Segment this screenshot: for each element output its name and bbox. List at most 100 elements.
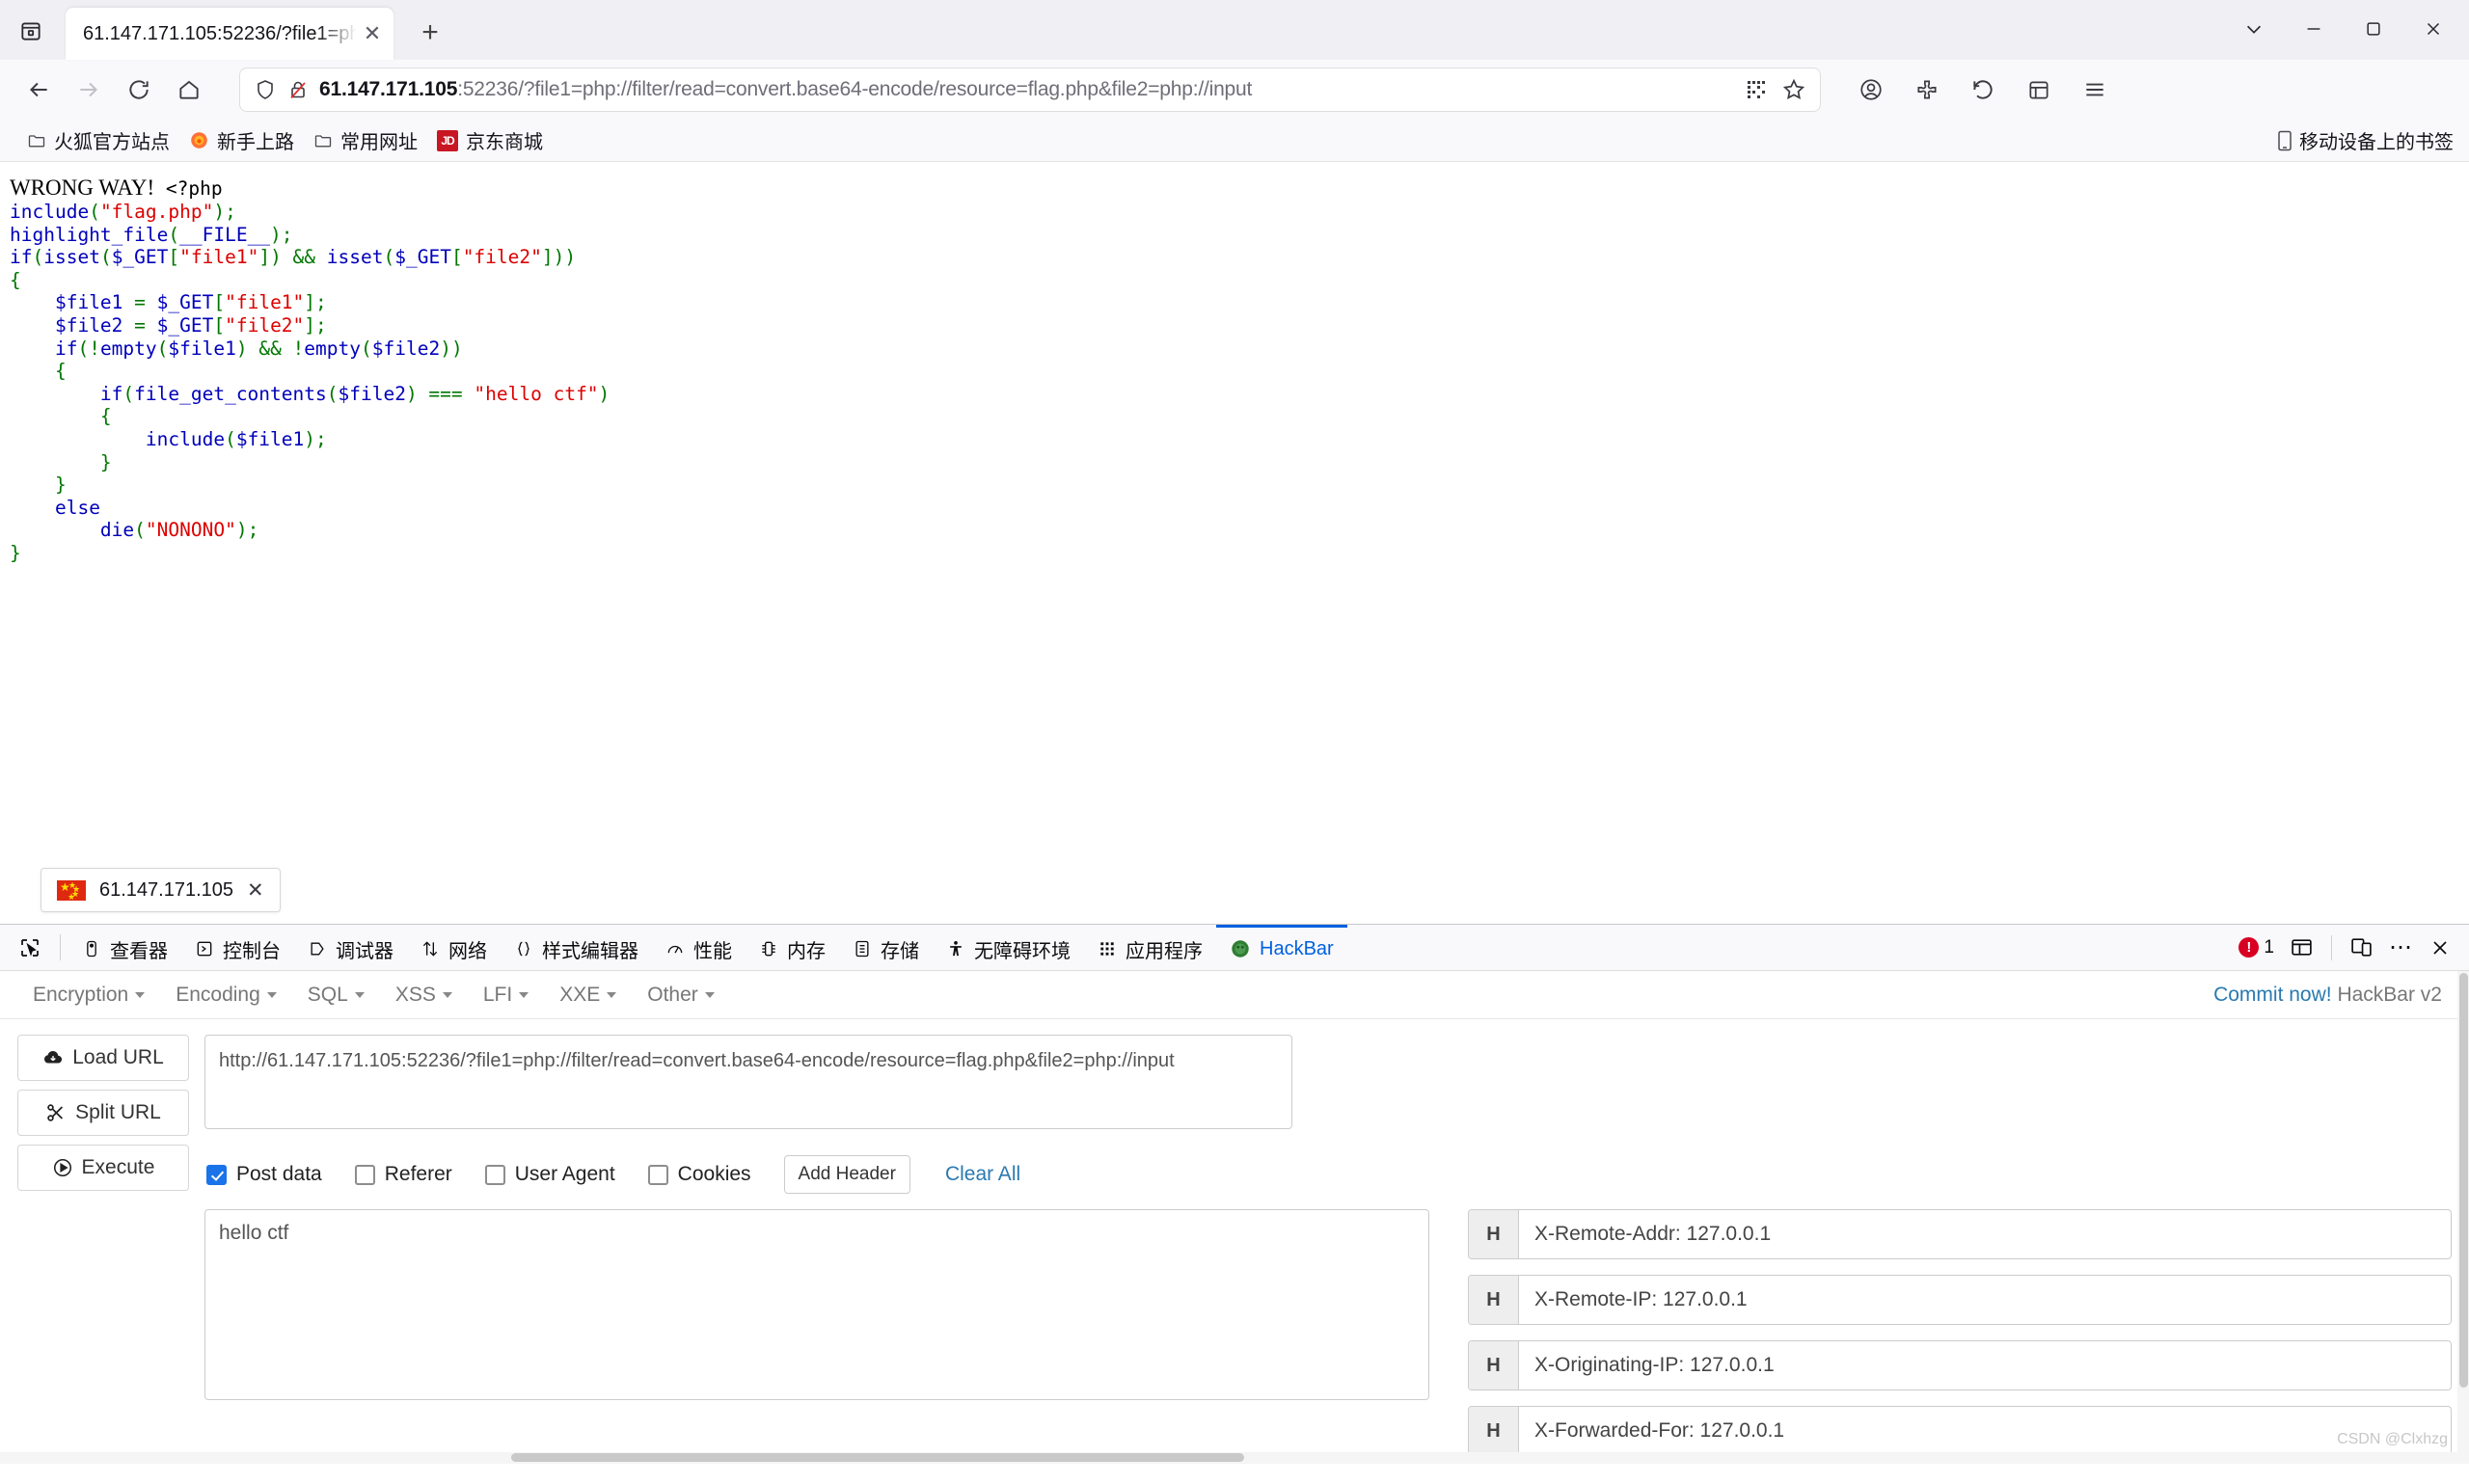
hackbar-url-input[interactable] xyxy=(204,1035,1292,1129)
menu-icon[interactable] xyxy=(2070,67,2120,113)
header-value-input[interactable]: X-Remote-IP: 127.0.0.1 xyxy=(1519,1276,2451,1324)
hackbar-menu-encoding[interactable]: Encoding xyxy=(160,984,292,1007)
bookmark-label: 新手上路 xyxy=(217,132,294,153)
devtools-tab-调试器[interactable]: 调试器 xyxy=(294,925,407,970)
chevron-down-icon[interactable] xyxy=(2224,8,2284,50)
bookmark-item-1[interactable]: 新手上路 xyxy=(179,122,304,158)
navigation-toolbar: 61.147.171.105:52236/?file1=php://filter… xyxy=(0,60,2469,120)
checkbox-icon[interactable] xyxy=(647,1164,668,1185)
devtools-tab-label: 样式编辑器 xyxy=(542,940,638,962)
extensions-icon[interactable] xyxy=(1902,67,1952,113)
bookmark-item-3[interactable]: JD 京东商城 xyxy=(427,122,553,158)
scrollbar-thumb[interactable] xyxy=(511,1453,1244,1462)
devtools-tab-样式编辑器[interactable]: 样式编辑器 xyxy=(501,925,652,970)
url-text[interactable]: 61.147.171.105:52236/?file1=php://filter… xyxy=(310,78,1745,101)
scrollbar-thumb[interactable] xyxy=(2459,973,2468,1388)
checkbox-icon[interactable] xyxy=(206,1164,227,1185)
code-token: "file1" xyxy=(179,246,259,269)
save-to-pocket-icon[interactable] xyxy=(2014,67,2064,113)
qrcode-icon[interactable] xyxy=(1745,78,1768,101)
hackbar-menu-encryption[interactable]: Encryption xyxy=(17,984,160,1007)
devtools-tab-label: 查看器 xyxy=(110,940,168,962)
header-row[interactable]: H X-Originating-IP: 127.0.0.1 xyxy=(1468,1340,2452,1390)
option-user-agent[interactable]: User Agent xyxy=(484,1163,615,1186)
option-referer[interactable]: Referer xyxy=(354,1163,452,1186)
reload-button[interactable] xyxy=(114,67,164,113)
home-button[interactable] xyxy=(164,67,214,113)
hackbar-menu-other[interactable]: Other xyxy=(632,984,730,1007)
hackbar-menu-xxe[interactable]: XXE xyxy=(544,984,632,1007)
code-token: [ xyxy=(168,246,180,269)
header-row[interactable]: H X-Remote-IP: 127.0.0.1 xyxy=(1468,1275,2452,1325)
post-data-input[interactable] xyxy=(204,1209,1429,1400)
execute-button[interactable]: Execute xyxy=(17,1145,189,1191)
header-value-input[interactable]: X-Forwarded-For: 127.0.0.1 xyxy=(1519,1407,2451,1455)
account-icon[interactable] xyxy=(1846,67,1896,113)
shield-icon[interactable] xyxy=(254,78,277,101)
minimize-icon[interactable] xyxy=(2284,8,2344,50)
option-label: Referer xyxy=(384,1163,452,1185)
close-icon[interactable]: ✕ xyxy=(357,18,388,49)
error-count-badge[interactable]: ! 1 xyxy=(2238,937,2274,958)
option-cookies[interactable]: Cookies xyxy=(647,1163,751,1186)
network-icon xyxy=(421,939,440,958)
devtools-tab-查看器[interactable]: 查看器 xyxy=(68,925,181,970)
close-window-icon[interactable] xyxy=(2403,8,2463,50)
devtools-toolbar: 查看器 控制台 调试器 网络 样式编辑器 性能 内存 存储 无障碍环境 应用程序 HackBar !… xyxy=(0,925,2469,971)
checkbox-icon[interactable] xyxy=(484,1164,505,1185)
hackbar-menu-sql[interactable]: SQL xyxy=(292,984,380,1007)
bookmark-item-2[interactable]: 常用网址 xyxy=(304,122,427,158)
browser-tab[interactable]: 61.147.171.105:52236/?file1=php ✕ xyxy=(66,8,393,60)
devtools-tab-HackBar[interactable]: HackBar xyxy=(1216,925,1347,970)
mobile-bookmarks-item[interactable]: 移动设备上的书签 xyxy=(2277,126,2454,154)
header-row[interactable]: H X-Forwarded-For: 127.0.0.1 xyxy=(1468,1406,2452,1456)
devtools-tab-存储[interactable]: 存储 xyxy=(839,925,933,970)
chevron-down-icon xyxy=(607,991,617,998)
more-options-icon[interactable]: ⋯ xyxy=(2389,933,2413,961)
add-header-button[interactable]: Add Header xyxy=(783,1155,910,1194)
page-heading: WRONG WAY! <?php xyxy=(10,175,2469,201)
header-value-input[interactable]: X-Originating-IP: 127.0.0.1 xyxy=(1519,1341,2451,1390)
hackbar-menu-lfi[interactable]: LFI xyxy=(468,984,544,1007)
close-icon[interactable]: ✕ xyxy=(247,878,264,903)
performance-icon xyxy=(665,939,685,958)
code-token: = xyxy=(122,291,157,314)
split-url-button[interactable]: Split URL xyxy=(17,1090,189,1136)
option-post-data[interactable]: Post data xyxy=(206,1163,322,1186)
bookmark-star-icon[interactable] xyxy=(1781,77,1806,102)
devtools-tab-网络[interactable]: 网络 xyxy=(407,925,501,970)
code-token: __FILE__ xyxy=(179,223,271,246)
devtools-tab-内存[interactable]: 内存 xyxy=(746,925,839,970)
header-row[interactable]: H X-Remote-Addr: 127.0.0.1 xyxy=(1468,1209,2452,1259)
code-token: ( xyxy=(361,337,372,360)
element-picker-icon[interactable] xyxy=(8,925,52,970)
back-button[interactable] xyxy=(14,67,64,113)
insecure-lock-icon[interactable] xyxy=(286,78,310,101)
panel-horizontal-scrollbar[interactable] xyxy=(0,1452,2469,1464)
geo-notification-popup[interactable]: ★ ★ ★ ★ ★ 61.147.171.105 ✕ xyxy=(41,868,281,912)
address-bar[interactable]: 61.147.171.105:52236/?file1=php://filter… xyxy=(239,67,1821,112)
commit-now-link[interactable]: Commit now! xyxy=(2213,984,2332,1006)
checkbox-icon[interactable] xyxy=(354,1164,375,1185)
chevron-down-icon xyxy=(354,991,365,998)
code-token: $_GET xyxy=(156,291,214,314)
hackbar-url-area: Post data Referer User Agent Cookies Add He… xyxy=(189,1035,2452,1194)
panel-vertical-scrollbar[interactable] xyxy=(2457,971,2469,1464)
forward-button[interactable] xyxy=(64,67,114,113)
maximize-icon[interactable] xyxy=(2344,8,2403,50)
close-devtools-icon[interactable] xyxy=(2428,936,2452,959)
new-tab-button[interactable]: + xyxy=(407,10,453,56)
devtools-tab-性能[interactable]: 性能 xyxy=(652,925,746,970)
list-all-tabs-button[interactable] xyxy=(8,8,54,54)
load-url-button[interactable]: Load URL xyxy=(17,1035,189,1081)
header-value-input[interactable]: X-Remote-Addr: 127.0.0.1 xyxy=(1519,1210,2451,1258)
responsive-mode-icon[interactable] xyxy=(2349,935,2374,959)
history-icon[interactable] xyxy=(1958,67,2008,113)
bookmark-item-0[interactable]: 火狐官方站点 xyxy=(17,122,179,158)
hackbar-menu-xss[interactable]: XSS xyxy=(380,984,468,1007)
devtools-tab-无障碍环境[interactable]: 无障碍环境 xyxy=(933,925,1084,970)
clear-all-link[interactable]: Clear All xyxy=(945,1163,1020,1186)
panel-layout-icon[interactable] xyxy=(2290,935,2314,959)
devtools-tab-控制台[interactable]: 控制台 xyxy=(181,925,294,970)
devtools-tab-应用程序[interactable]: 应用程序 xyxy=(1084,925,1216,970)
